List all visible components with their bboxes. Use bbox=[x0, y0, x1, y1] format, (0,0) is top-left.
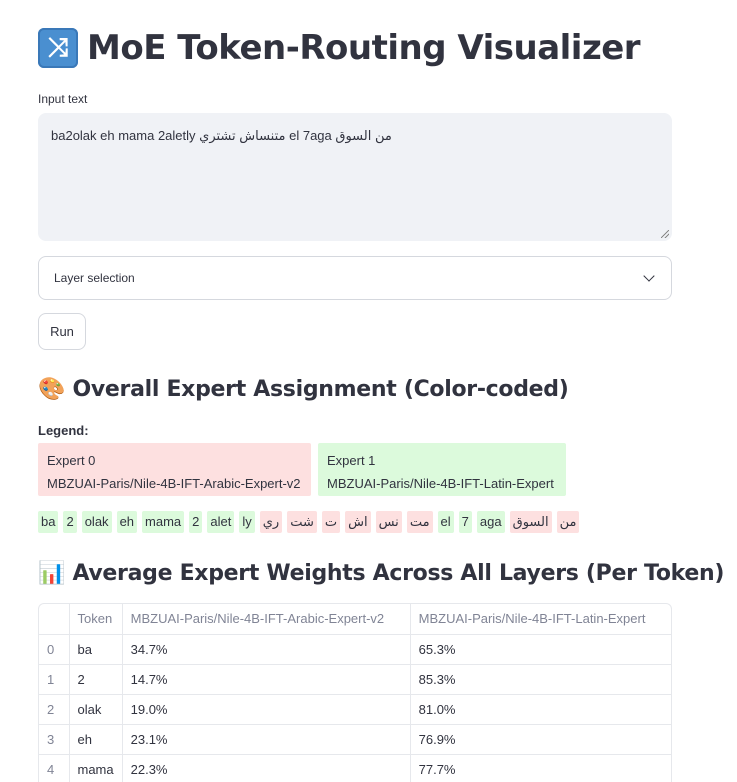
legend-expert-1: Expert 1 MBZUAI-Paris/Nile-4B-IFT-Latin-… bbox=[318, 443, 566, 496]
token-chip: mama bbox=[142, 511, 185, 533]
token-chip: ba bbox=[38, 511, 59, 533]
column-header-latin-expert[interactable]: MBZUAI-Paris/Nile-4B-IFT-Latin-Expert bbox=[410, 604, 671, 635]
table-row: 2 olak 19.0% 81.0% bbox=[39, 694, 671, 725]
token-chip: ly bbox=[239, 511, 255, 533]
token-chip: ت bbox=[321, 511, 341, 533]
latin-weight-cell[interactable]: 76.9% bbox=[410, 724, 671, 755]
table-row: 4 mama 22.3% 77.7% bbox=[39, 754, 671, 782]
token-chip: 2 bbox=[189, 511, 203, 533]
assignment-heading: 🎨 Overall Expert Assignment (Color-coded… bbox=[38, 377, 569, 402]
token-chip: eh bbox=[116, 511, 138, 533]
token-assignment-row: ba 2 olak eh mama 2 alet ly ري شت ت اش نس مت el 7 aga الس… bbox=[38, 511, 584, 533]
palette-icon: 🎨 bbox=[38, 377, 66, 402]
run-button[interactable]: Run bbox=[38, 313, 86, 350]
assignment-heading-text: Overall Expert Assignment (Color-coded) bbox=[72, 377, 569, 402]
token-chip: السوق bbox=[509, 511, 552, 533]
latin-weight-cell[interactable]: 77.7% bbox=[410, 754, 671, 782]
legend-expert-0: Expert 0 MBZUAI-Paris/Nile-4B-IFT-Arabic… bbox=[38, 443, 311, 496]
row-index[interactable]: 4 bbox=[39, 754, 70, 782]
weights-table[interactable]: Token MBZUAI-Paris/Nile-4B-IFT-Arabic-Ex… bbox=[38, 603, 672, 782]
shuffle-icon: ⤨ bbox=[38, 28, 78, 68]
token-chip: alet bbox=[207, 511, 235, 533]
arabic-weight-cell[interactable]: 14.7% bbox=[122, 664, 411, 695]
row-index[interactable]: 0 bbox=[39, 634, 70, 665]
input-text-area[interactable]: ba2olak eh mama 2aletly متنساش تشتري el … bbox=[38, 113, 672, 241]
input-text-label: Input text bbox=[38, 92, 88, 106]
legend-expert-0-model: MBZUAI-Paris/Nile-4B-IFT-Arabic-Expert-v… bbox=[47, 476, 301, 491]
bar-chart-icon: 📊 bbox=[38, 561, 66, 586]
input-text-value: ba2olak eh mama 2aletly متنساش تشتري el … bbox=[51, 128, 392, 143]
token-chip: مت bbox=[406, 511, 433, 533]
arabic-weight-cell[interactable]: 19.0% bbox=[122, 694, 411, 725]
token-cell[interactable]: olak bbox=[69, 694, 123, 725]
token-chip: ري bbox=[259, 511, 283, 533]
legend-expert-0-name: Expert 0 bbox=[47, 453, 96, 468]
token-cell[interactable]: 2 bbox=[69, 664, 123, 695]
latin-weight-cell[interactable]: 65.3% bbox=[410, 634, 671, 665]
layer-selection-placeholder: Layer selection bbox=[54, 271, 135, 285]
arabic-weight-cell[interactable]: 34.7% bbox=[122, 634, 411, 665]
layer-selection-dropdown[interactable]: Layer selection bbox=[38, 256, 672, 300]
token-chip: aga bbox=[476, 511, 505, 533]
row-index[interactable]: 2 bbox=[39, 694, 70, 725]
page-title-text: MoE Token-Routing Visualizer bbox=[87, 28, 641, 68]
latin-weight-cell[interactable]: 81.0% bbox=[410, 694, 671, 725]
column-header-arabic-expert[interactable]: MBZUAI-Paris/Nile-4B-IFT-Arabic-Expert-v… bbox=[122, 604, 411, 635]
token-chip: 2 bbox=[63, 511, 77, 533]
column-header-token[interactable]: Token bbox=[69, 604, 123, 635]
latin-weight-cell[interactable]: 85.3% bbox=[410, 664, 671, 695]
legend-expert-1-model: MBZUAI-Paris/Nile-4B-IFT-Latin-Expert bbox=[327, 476, 554, 491]
table-row: 3 eh 23.1% 76.9% bbox=[39, 724, 671, 755]
row-index[interactable]: 3 bbox=[39, 724, 70, 755]
token-chip: olak bbox=[81, 511, 112, 533]
column-header-index[interactable] bbox=[39, 604, 70, 635]
page-title: ⤨ MoE Token-Routing Visualizer bbox=[38, 28, 641, 68]
table-row: 1 2 14.7% 85.3% bbox=[39, 664, 671, 695]
arabic-weight-cell[interactable]: 23.1% bbox=[122, 724, 411, 755]
token-chip: من bbox=[556, 511, 580, 533]
token-cell[interactable]: ba bbox=[69, 634, 123, 665]
legend-title: Legend: bbox=[38, 423, 89, 438]
token-chip: نس bbox=[375, 511, 402, 533]
token-chip: شت bbox=[287, 511, 317, 533]
weights-heading: 📊 Average Expert Weights Across All Laye… bbox=[38, 561, 724, 586]
token-chip: اش bbox=[345, 511, 371, 533]
arabic-weight-cell[interactable]: 22.3% bbox=[122, 754, 411, 782]
table-row: 0 ba 34.7% 65.3% bbox=[39, 634, 671, 665]
token-cell[interactable]: mama bbox=[69, 754, 123, 782]
token-chip: el bbox=[437, 511, 454, 533]
legend-expert-1-name: Expert 1 bbox=[327, 453, 376, 468]
chevron-down-icon bbox=[643, 270, 655, 282]
resize-handle-icon[interactable] bbox=[661, 230, 669, 238]
table-header-row: Token MBZUAI-Paris/Nile-4B-IFT-Arabic-Ex… bbox=[39, 604, 671, 635]
token-chip: 7 bbox=[458, 511, 472, 533]
weights-heading-text: Average Expert Weights Across All Layers… bbox=[72, 561, 725, 586]
row-index[interactable]: 1 bbox=[39, 664, 70, 695]
token-cell[interactable]: eh bbox=[69, 724, 123, 755]
